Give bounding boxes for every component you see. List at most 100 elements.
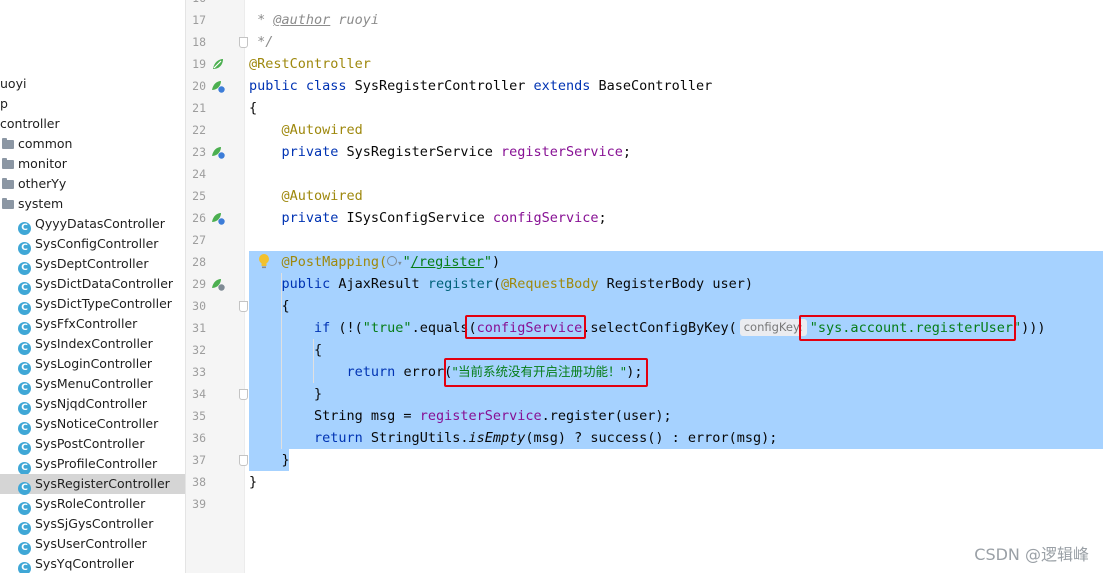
tree-item[interactable]: p — [0, 94, 8, 114]
folder-icon — [2, 178, 14, 189]
tree-item-label: SysRegisterController — [35, 476, 170, 491]
code-token: @author — [273, 12, 331, 28]
highlight-box-config-key — [799, 315, 1016, 341]
code-token: .register(user); — [541, 408, 672, 424]
code-token: ; — [622, 144, 632, 160]
code-token: ) — [492, 254, 501, 270]
line-number: 37 — [192, 453, 206, 467]
bean-icon[interactable] — [210, 144, 226, 160]
web-endpoint-icon[interactable] — [387, 256, 398, 266]
code-line: private ISysConfigService configService; — [249, 207, 607, 229]
code-token: private — [249, 210, 347, 226]
tree-item-controller[interactable]: controller — [0, 114, 60, 134]
tree-item-label: SysNjqdController — [35, 396, 148, 411]
tree-file[interactable]: C QyyyDatasController — [18, 214, 165, 235]
bean-icon[interactable] — [210, 56, 226, 72]
parameter-hint: configKey: — [739, 319, 807, 336]
code-line: { — [249, 342, 323, 358]
code-token: RegisterBody user) — [606, 276, 753, 292]
code-token: ; — [598, 210, 607, 226]
code-line: */ — [249, 34, 274, 50]
tree-folder-monitor[interactable]: monitor — [2, 154, 67, 174]
highlight-box-config-service — [465, 315, 586, 339]
line-number: 21 — [192, 101, 206, 115]
code-line: private SysRegisterService registerServi… — [249, 141, 632, 163]
tree-file[interactable]: C SysNjqdController — [18, 394, 148, 415]
code-line: @Autowired — [249, 188, 363, 204]
tree-file[interactable]: C SysUserController — [18, 534, 147, 555]
tree-folder-otheryy[interactable]: otherYy — [2, 174, 66, 194]
code-line: @RestController — [249, 56, 371, 72]
tree-file[interactable]: C SysDictTypeController — [18, 294, 172, 315]
tree-file-selected[interactable]: C SysRegisterController — [0, 474, 185, 495]
code-token: String msg = — [249, 408, 420, 424]
tree-file[interactable]: C SysYqController — [18, 554, 134, 573]
code-editor[interactable]: * * @author ruoyi */ @RestController pub… — [245, 0, 1103, 573]
line-number: 28 — [192, 255, 206, 269]
code-token: AjaxResult — [338, 276, 428, 292]
endpoint-link[interactable]: /register — [411, 254, 484, 270]
highlight-box-error-message — [444, 358, 648, 387]
code-line: { — [249, 100, 258, 116]
line-number: 34 — [192, 387, 206, 401]
tree-item-label: SysSjGysController — [35, 516, 154, 531]
tree-item-label: common — [18, 136, 73, 151]
code-token: @RequestBody — [500, 276, 607, 292]
tree-item-label: SysUserController — [35, 536, 147, 551]
line-number: 30 — [192, 299, 206, 313]
line-number: 33 — [192, 365, 206, 379]
bean-icon[interactable] — [210, 78, 226, 94]
code-line: @Autowired — [249, 122, 363, 138]
tree-item-label: system — [18, 196, 64, 211]
code-token: SysRegisterService — [346, 144, 501, 160]
tree-file[interactable]: C SysDictDataController — [18, 274, 173, 295]
code-token: private — [249, 144, 347, 160]
line-number: 29 — [192, 277, 206, 291]
tree-file[interactable]: C SysIndexController — [18, 334, 153, 355]
tree-item-label: monitor — [18, 156, 67, 171]
tree-file[interactable]: C SysLoginController — [18, 354, 153, 375]
code-token: .selectConfigByKey( — [582, 320, 737, 336]
tree-item-label: SysConfigController — [35, 236, 159, 251]
code-line: * @author ruoyi — [249, 9, 379, 31]
code-token: extends — [533, 78, 599, 94]
line-number: 27 — [192, 233, 206, 247]
tree-file[interactable]: C SysProfileController — [18, 454, 157, 475]
tree-file[interactable]: C SysNoticeController — [18, 414, 158, 435]
code-token: "true" — [362, 320, 412, 336]
tree-file[interactable]: C SysRoleController — [18, 494, 145, 515]
code-token: public class — [249, 78, 355, 94]
class-icon: C — [18, 562, 31, 573]
code-line: * — [249, 0, 265, 9]
code-line: public AjaxResult register(@RequestBody … — [249, 273, 753, 295]
tree-file[interactable]: C SysSjGysController — [18, 514, 154, 535]
tree-item-label: SysFfxController — [35, 316, 138, 331]
code-token: StringUtils. — [370, 430, 469, 446]
tree-folder-system[interactable]: system — [2, 194, 63, 214]
code-line: public class SysRegisterController exten… — [249, 75, 712, 97]
editor-gutter: 16 17 18 19 20 21 22 23 24 25 26 27 28 2… — [186, 0, 248, 573]
bean-icon[interactable] — [210, 210, 226, 226]
code-line: String msg = registerService.register(us… — [249, 405, 672, 427]
tree-file[interactable]: C SysConfigController — [18, 234, 159, 255]
tree-item-label: SysPostController — [35, 436, 145, 451]
tree-file[interactable]: C SysDeptController — [18, 254, 149, 275]
tree-item-label: p — [0, 96, 8, 111]
code-token: " — [402, 254, 411, 270]
tree-item[interactable]: uoyi — [0, 74, 26, 94]
line-number: 31 — [192, 321, 206, 335]
tree-file[interactable]: C SysFfxController — [18, 314, 138, 335]
code-token: return — [249, 430, 371, 446]
code-token: isEmpty — [468, 430, 526, 446]
line-number: 26 — [192, 211, 206, 225]
code-line: { — [249, 298, 290, 314]
watermark: CSDN @逻辑峰 — [974, 545, 1089, 564]
tree-folder-common[interactable]: common — [2, 134, 72, 154]
tree-item-label: SysDeptController — [35, 256, 149, 271]
code-token: if — [249, 320, 339, 336]
tree-item-label: SysLoginController — [35, 356, 153, 371]
web-endpoint-icon[interactable] — [210, 276, 226, 292]
code-token: ))) — [1021, 320, 1046, 336]
tree-file[interactable]: C SysPostController — [18, 434, 145, 455]
tree-file[interactable]: C SysMenuController — [18, 374, 153, 395]
